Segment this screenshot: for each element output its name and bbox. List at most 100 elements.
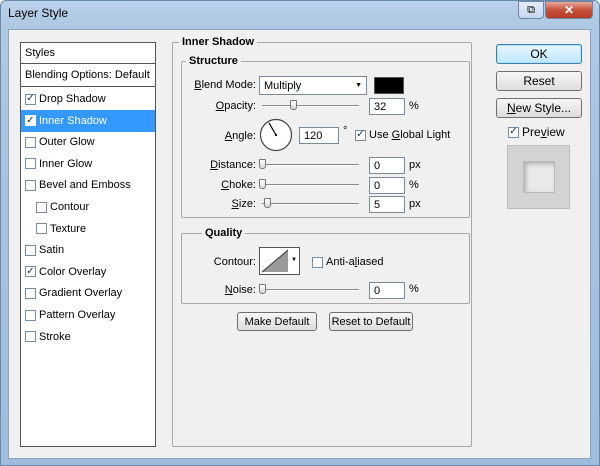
opacity-slider-track[interactable] <box>262 105 359 107</box>
style-item[interactable]: Outer Glow <box>21 131 155 153</box>
size-input[interactable]: 5 <box>369 196 405 213</box>
style-item-label: Gradient Overlay <box>39 287 123 300</box>
style-item[interactable]: Inner Glow <box>21 153 155 175</box>
distance-input[interactable]: 0 <box>369 157 405 174</box>
blend-mode-label: Blend Mode: <box>194 79 256 91</box>
style-item-checkbox[interactable] <box>36 223 47 235</box>
style-item-checkbox[interactable] <box>25 244 36 256</box>
style-item-checkbox[interactable]: ✓ <box>25 114 36 127</box>
check-icon: ✓ <box>509 126 518 137</box>
preview-label: Preview <box>522 125 565 139</box>
blend-mode-value: Multiply <box>264 79 302 92</box>
contour-label: Contour: <box>213 256 256 268</box>
size-unit: px <box>409 198 421 210</box>
style-item-checkbox[interactable] <box>25 158 36 170</box>
chevron-down-icon: ▼ <box>355 82 362 89</box>
new-style-button[interactable]: New Style... <box>496 98 582 118</box>
contour-preview <box>261 249 289 273</box>
size-slider-track[interactable] <box>262 203 359 205</box>
style-item-label: Stroke <box>39 330 71 343</box>
chevron-down-icon: ▼ <box>291 257 297 263</box>
style-item[interactable]: ✓ Color Overlay <box>21 261 155 283</box>
noise-unit: % <box>409 283 419 295</box>
preview-checkbox[interactable]: ✓ Preview <box>508 125 565 139</box>
style-item[interactable]: Stroke <box>21 326 155 348</box>
reset-to-default-button[interactable]: Reset to Default <box>329 312 413 331</box>
contour-picker[interactable]: ▼ <box>259 247 300 275</box>
anti-aliased-check[interactable] <box>312 256 323 268</box>
style-item-checkbox[interactable] <box>25 331 36 343</box>
dialog-client: Styles Blending Options: Default ✓ Drop S… <box>8 29 591 459</box>
restore-icon: ⧉ <box>527 3 535 16</box>
ok-button[interactable]: OK <box>496 44 582 64</box>
style-item-label: Drop Shadow <box>39 93 106 105</box>
style-item[interactable]: Contour <box>21 196 155 218</box>
structure-title: Structure <box>186 55 241 67</box>
style-item[interactable]: Texture <box>21 218 155 240</box>
style-item-checkbox[interactable]: ✓ <box>25 93 36 105</box>
style-item-label: Color Overlay <box>39 265 107 278</box>
distance-unit: px <box>409 159 421 171</box>
choke-slider-track[interactable] <box>262 184 359 186</box>
style-item[interactable]: ✓ Inner Shadow <box>21 109 155 132</box>
use-global-light-label: Use Global Light <box>369 129 451 141</box>
style-item-checkbox[interactable] <box>25 287 36 299</box>
noise-slider-track[interactable] <box>262 289 359 291</box>
style-item-checkbox[interactable] <box>36 201 47 213</box>
restore-button[interactable]: ⧉ <box>518 1 544 19</box>
distance-slider-thumb[interactable] <box>259 159 266 169</box>
anti-aliased-label: Anti-aliased <box>326 256 384 268</box>
style-item-label: Inner Shadow <box>39 114 107 127</box>
size-slider-thumb[interactable] <box>264 198 271 208</box>
use-global-light-checkbox[interactable]: ✓ Use Global Light <box>355 129 450 141</box>
choke-unit: % <box>409 179 419 191</box>
distance-label: Distance: <box>210 159 256 171</box>
noise-input[interactable]: 0 <box>369 282 405 299</box>
window-title: Layer Style <box>8 6 69 20</box>
preview-check[interactable]: ✓ <box>508 126 519 138</box>
angle-unit: ° <box>343 125 348 137</box>
angle-dial[interactable] <box>259 118 293 152</box>
angle-input[interactable]: 120 <box>299 127 339 144</box>
style-item-label: Satin <box>39 244 65 257</box>
style-item-label: Bevel and Emboss <box>39 179 131 192</box>
style-item-label: Contour <box>50 201 90 213</box>
angle-label: Angle: <box>224 130 256 142</box>
anti-aliased-checkbox[interactable]: Anti-aliased <box>312 256 384 268</box>
style-item-checkbox[interactable]: ✓ <box>25 265 36 278</box>
style-item-checkbox[interactable] <box>25 179 36 191</box>
check-icon: ✓ <box>26 93 35 104</box>
opacity-label: Opacity: <box>215 100 256 112</box>
style-item-label: Outer Glow <box>39 136 95 149</box>
style-item-checkbox[interactable] <box>25 136 36 148</box>
distance-slider-track[interactable] <box>262 164 359 166</box>
inner-shadow-title: Inner Shadow <box>179 36 258 48</box>
style-item[interactable]: ✓ Drop Shadow <box>21 88 155 110</box>
shadow-color-swatch[interactable] <box>374 77 404 94</box>
size-label: Size: <box>231 198 256 210</box>
style-item-checkbox[interactable] <box>25 309 36 321</box>
style-item-label: Pattern Overlay <box>39 309 116 321</box>
check-icon: ✓ <box>26 114 35 126</box>
opacity-unit: % <box>409 100 419 112</box>
style-item[interactable]: Bevel and Emboss <box>21 174 155 196</box>
opacity-input[interactable]: 32 <box>369 98 405 115</box>
choke-label: Choke: <box>221 179 256 191</box>
styles-header[interactable]: Styles <box>21 43 155 64</box>
make-default-button[interactable]: Make Default <box>237 312 317 331</box>
use-global-light-check[interactable]: ✓ <box>355 129 366 141</box>
choke-slider-thumb[interactable] <box>259 179 266 189</box>
style-item[interactable]: Pattern Overlay <box>21 304 155 326</box>
blending-options-item[interactable]: Blending Options: Default <box>21 65 155 87</box>
close-button[interactable]: ✕ <box>545 1 593 19</box>
close-icon: ✕ <box>563 3 575 17</box>
check-icon: ✓ <box>26 265 35 277</box>
opacity-slider-thumb[interactable] <box>290 100 298 110</box>
choke-input[interactable]: 0 <box>369 177 405 194</box>
title-bar[interactable]: Layer Style ⧉ ✕ <box>0 0 598 28</box>
reset-button[interactable]: Reset <box>496 71 582 91</box>
style-item[interactable]: Satin <box>21 239 155 261</box>
noise-slider-thumb[interactable] <box>259 284 266 294</box>
style-item[interactable]: Gradient Overlay <box>21 282 155 304</box>
blend-mode-select[interactable]: Multiply ▼ <box>259 76 367 95</box>
